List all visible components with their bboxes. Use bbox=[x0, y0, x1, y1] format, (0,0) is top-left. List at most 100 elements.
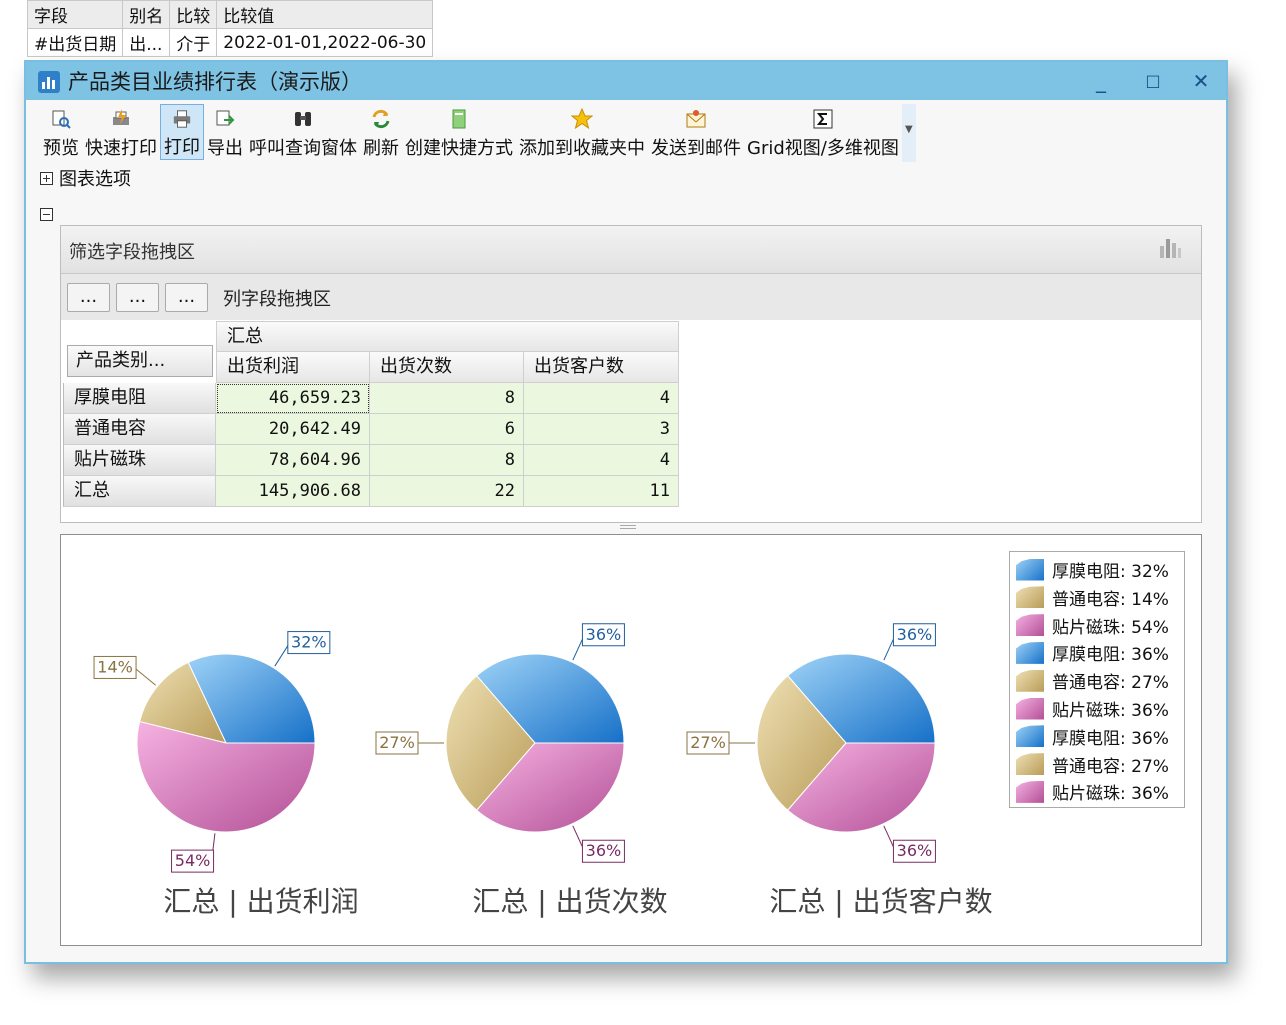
legend-label: 贴片磁珠: 36% bbox=[1052, 701, 1169, 721]
refresh-button[interactable]: 刷新 bbox=[360, 104, 402, 160]
maximize-button[interactable]: □ bbox=[1136, 66, 1170, 96]
report-window: 产品类目业绩排行表（演示版） _ □ ✕ 预览 快速打印 打印 导出 呼叫查询窗… bbox=[24, 60, 1228, 964]
filter-cell-alias[interactable]: 出... bbox=[122, 28, 171, 57]
legend-item[interactable]: 厚膜电阻: 36% bbox=[1016, 723, 1169, 750]
chart-legend: 厚膜电阻: 32% 普通电容: 14% 贴片磁珠: 54% 厚膜电阻: 36% 普通电容… bbox=[1009, 551, 1185, 808]
column-field-button[interactable]: ... bbox=[67, 283, 110, 312]
data-cell[interactable]: 3 bbox=[524, 414, 679, 445]
chevron-down-icon: ▼ bbox=[904, 124, 913, 135]
quick-print-button[interactable]: 快速打印 bbox=[82, 104, 160, 160]
quick-print-icon bbox=[113, 109, 129, 125]
export-button[interactable]: 导出 bbox=[204, 104, 246, 160]
data-cell[interactable]: 20,642.49 bbox=[216, 414, 370, 445]
legend-item[interactable]: 厚膜电阻: 32% bbox=[1016, 556, 1169, 583]
column-header[interactable]: 出货客户数 bbox=[524, 352, 679, 383]
legend-item[interactable]: 贴片磁珠: 36% bbox=[1016, 778, 1169, 805]
row-header[interactable]: 贴片磁珠 bbox=[63, 445, 216, 476]
filter-cell-compare[interactable]: 介于 bbox=[169, 28, 218, 57]
panel-splitter[interactable] bbox=[60, 524, 1200, 530]
minimize-button[interactable]: _ bbox=[1084, 66, 1118, 96]
grid-view-button[interactable]: Grid视图/多维视图 bbox=[744, 104, 902, 160]
filter-drop-zone[interactable]: 筛选字段拖拽区 bbox=[61, 226, 1201, 274]
refresh-icon bbox=[372, 109, 390, 129]
close-button[interactable]: ✕ bbox=[1184, 66, 1218, 96]
collapse-toggle[interactable] bbox=[40, 206, 59, 225]
column-header[interactable]: 出货利润 bbox=[216, 352, 370, 383]
field-list-icon[interactable] bbox=[1157, 236, 1183, 260]
column-group-header[interactable]: 汇总 bbox=[216, 321, 679, 352]
data-label: 27% bbox=[690, 733, 726, 752]
row-field-button[interactable]: 产品类别... bbox=[67, 345, 213, 377]
total-cell[interactable]: 11 bbox=[524, 476, 679, 507]
row-header[interactable]: 普通电容 bbox=[63, 414, 216, 445]
expand-icon[interactable] bbox=[40, 171, 53, 185]
data-label: 27% bbox=[379, 733, 415, 752]
chart-options-toggle[interactable]: 图表选项 bbox=[40, 165, 131, 191]
legend-label: 普通电容: 14% bbox=[1052, 589, 1169, 610]
binoculars-icon bbox=[295, 112, 311, 126]
legend-swatch bbox=[1016, 753, 1044, 776]
filter-table-row[interactable]: #出货日期 出... 介于 2022-01-01,2022-06-30 bbox=[26, 28, 434, 57]
toolbar-overflow-button[interactable]: ▼ bbox=[901, 104, 916, 162]
data-label: 36% bbox=[586, 841, 622, 860]
leader-line bbox=[133, 667, 157, 686]
app-chart-icon bbox=[38, 71, 60, 93]
legend-swatch bbox=[1016, 641, 1044, 664]
legend-item[interactable]: 普通电容: 27% bbox=[1016, 751, 1169, 778]
filter-header-compare: 比较 bbox=[169, 0, 218, 29]
title-bar[interactable]: 产品类目业绩排行表（演示版） _ □ ✕ bbox=[26, 62, 1226, 100]
filter-condition-table: 字段 别名 比较 比较值 #出货日期 出... 介于 2022-01-01,20… bbox=[26, 0, 434, 57]
grid-view-label: Grid视图/多维视图 bbox=[747, 138, 899, 159]
filter-cell-field[interactable]: #出货日期 bbox=[26, 28, 124, 57]
add-favorites-button[interactable]: 添加到收藏夹中 bbox=[516, 104, 648, 160]
call-query-form-button[interactable]: 呼叫查询窗体 bbox=[246, 104, 360, 160]
data-cell[interactable]: 4 bbox=[524, 445, 679, 476]
grand-total-row-header[interactable]: 汇总 bbox=[63, 476, 216, 507]
data-cell[interactable]: 6 bbox=[370, 414, 524, 445]
collapse-icon[interactable] bbox=[40, 208, 53, 221]
print-button[interactable]: 打印 bbox=[160, 104, 204, 160]
data-cell[interactable]: 8 bbox=[370, 383, 524, 414]
preview-button[interactable]: 预览 bbox=[40, 104, 82, 160]
column-field-button[interactable]: ... bbox=[165, 283, 208, 312]
toolbar: 预览 快速打印 打印 导出 呼叫查询窗体 刷新 创建快捷方式 添加到收藏夹中 发… bbox=[40, 104, 916, 162]
total-cell[interactable]: 145,906.68 bbox=[216, 476, 370, 507]
legend-item[interactable]: 贴片磁珠: 36% bbox=[1016, 695, 1169, 722]
data-label: 32% bbox=[291, 633, 327, 652]
sigma-icon bbox=[813, 109, 833, 129]
chart-options-label: 图表选项 bbox=[59, 169, 131, 190]
legend-item[interactable]: 普通电容: 14% bbox=[1016, 584, 1169, 611]
row-header[interactable]: 厚膜电阻 bbox=[63, 383, 216, 414]
legend-item[interactable]: 贴片磁珠: 54% bbox=[1016, 612, 1169, 639]
data-cell[interactable]: 46,659.23 bbox=[216, 383, 370, 414]
legend-swatch bbox=[1016, 669, 1044, 692]
chart-title: 汇总 | 出货客户数 bbox=[769, 885, 992, 918]
legend-swatch bbox=[1016, 725, 1044, 748]
filter-header-field: 字段 bbox=[26, 0, 124, 29]
data-label: 36% bbox=[586, 625, 622, 644]
total-cell[interactable]: 22 bbox=[370, 476, 524, 507]
shortcut-icon bbox=[452, 109, 466, 129]
legend-label: 普通电容: 27% bbox=[1052, 756, 1169, 777]
data-cell[interactable]: 78,604.96 bbox=[216, 445, 370, 476]
data-label: 14% bbox=[97, 657, 133, 676]
legend-label: 贴片磁珠: 36% bbox=[1052, 784, 1169, 805]
chart-title: 汇总 | 出货利润 bbox=[163, 885, 358, 918]
legend-label: 厚膜电阻: 36% bbox=[1052, 645, 1169, 666]
legend-swatch bbox=[1016, 614, 1044, 637]
send-mail-button[interactable]: 发送到邮件 bbox=[648, 104, 744, 160]
add-favorites-label: 添加到收藏夹中 bbox=[519, 138, 645, 159]
filter-zone-label: 筛选字段拖拽区 bbox=[69, 242, 195, 263]
data-cell[interactable]: 4 bbox=[524, 383, 679, 414]
printer-icon bbox=[173, 110, 191, 128]
column-drop-zone[interactable]: ... ... ... 列字段拖拽区 bbox=[61, 274, 1201, 320]
data-cell[interactable]: 8 bbox=[370, 445, 524, 476]
create-shortcut-button[interactable]: 创建快捷方式 bbox=[402, 104, 516, 160]
legend-item[interactable]: 普通电容: 27% bbox=[1016, 667, 1169, 694]
column-field-button[interactable]: ... bbox=[116, 283, 159, 312]
window-title: 产品类目业绩排行表（演示版） bbox=[68, 70, 362, 94]
legend-item[interactable]: 厚膜电阻: 36% bbox=[1016, 639, 1169, 666]
filter-cell-value[interactable]: 2022-01-01,2022-06-30 bbox=[216, 28, 434, 57]
column-header[interactable]: 出货次数 bbox=[370, 352, 524, 383]
legend-label: 普通电容: 27% bbox=[1052, 673, 1169, 694]
